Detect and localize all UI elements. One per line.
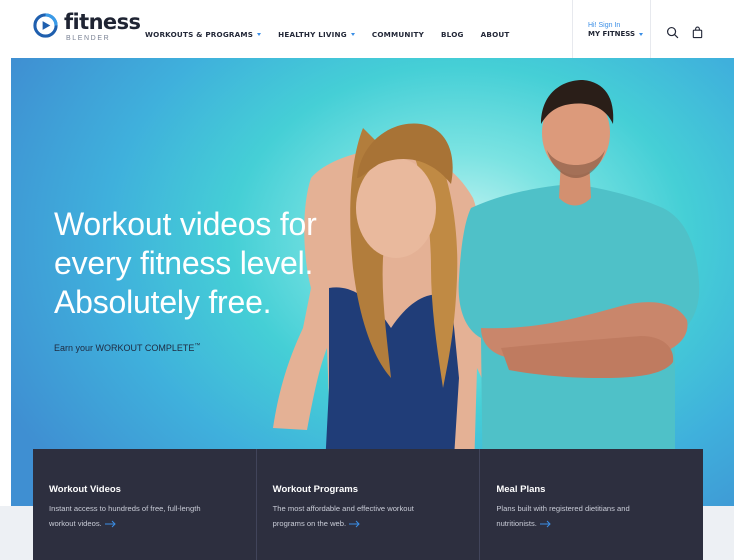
nav-item-label: HEALTHY LIVING bbox=[278, 30, 347, 39]
card-title: Workout Videos bbox=[49, 484, 121, 495]
my-fitness-dropdown[interactable]: MY FITNESS bbox=[588, 30, 644, 38]
chevron-down-icon bbox=[257, 33, 262, 36]
card-desc-text: Plans built with registered dietitians a… bbox=[496, 504, 630, 528]
main-nav: WORKOUTS & PROGRAMS HEALTHY LIVING COMMU… bbox=[145, 30, 527, 39]
card-desc-text: Instant access to hundreds of free, full… bbox=[49, 504, 201, 528]
nav-item-label: WORKOUTS & PROGRAMS bbox=[145, 30, 254, 39]
site-header: fitness BLENDER WORKOUTS & PROGRAMS HEAL… bbox=[0, 0, 734, 58]
card-workout-videos[interactable]: Workout Videos Instant access to hundred… bbox=[33, 449, 257, 560]
nav-item-about[interactable]: ABOUT bbox=[481, 30, 510, 39]
tagline-text: Earn your WORKOUT COMPLETE bbox=[54, 343, 195, 353]
shopping-bag-icon[interactable] bbox=[691, 26, 704, 39]
headline-line: every fitness level. bbox=[54, 245, 314, 281]
headline-line: Workout videos for bbox=[54, 206, 317, 242]
nav-item-label: COMMUNITY bbox=[371, 30, 424, 39]
card-title: Meal Plans bbox=[496, 484, 546, 495]
arrow-right-icon[interactable] bbox=[349, 520, 361, 528]
nav-item-healthy-living[interactable]: HEALTHY LIVING bbox=[278, 30, 355, 39]
nav-item-community[interactable]: COMMUNITY bbox=[372, 30, 424, 39]
header-divider bbox=[572, 0, 573, 58]
feature-cards: Workout Videos Instant access to hundred… bbox=[33, 449, 703, 560]
brand-sub: BLENDER bbox=[66, 35, 111, 42]
chevron-down-icon bbox=[639, 32, 644, 36]
card-meal-plans[interactable]: Meal Plans Plans built with registered d… bbox=[480, 449, 703, 560]
trademark-mark: ™ bbox=[194, 343, 201, 349]
hero-headline: Workout videos for every fitness level. … bbox=[54, 205, 317, 322]
card-desc-text: The most affordable and effective workou… bbox=[272, 504, 414, 528]
header-divider bbox=[650, 0, 651, 58]
card-workout-programs[interactable]: Workout Programs The most affordable and… bbox=[257, 449, 481, 560]
hero-banner: Workout videos for every fitness level. … bbox=[11, 58, 734, 506]
card-description: The most affordable and effective workou… bbox=[273, 501, 433, 531]
card-description: Plans built with registered dietitians a… bbox=[496, 501, 656, 531]
card-description: Instant access to hundreds of free, full… bbox=[49, 501, 209, 531]
play-logo-icon bbox=[33, 13, 58, 38]
my-fitness-label: MY FITNESS bbox=[588, 30, 636, 38]
hero-tagline: Earn your WORKOUT COMPLETE™ bbox=[54, 343, 200, 353]
arrow-right-icon[interactable] bbox=[104, 520, 117, 528]
arrow-right-icon[interactable] bbox=[539, 520, 552, 528]
nav-item-label: BLOG bbox=[441, 30, 464, 39]
male-trainer-figure bbox=[458, 80, 700, 506]
chevron-down-icon bbox=[350, 33, 355, 36]
search-icon[interactable] bbox=[666, 26, 679, 39]
sign-in-link[interactable]: Hi! Sign In bbox=[588, 22, 643, 29]
account-menu[interactable]: Hi! Sign In MY FITNESS bbox=[588, 22, 644, 38]
nav-item-blog[interactable]: BLOG bbox=[441, 30, 464, 39]
brand-name: fitness bbox=[64, 10, 141, 34]
nav-item-label: ABOUT bbox=[480, 30, 510, 39]
headline-line: Absolutely free. bbox=[54, 284, 272, 320]
card-title: Workout Programs bbox=[272, 484, 359, 495]
nav-item-workouts-programs[interactable]: WORKOUTS & PROGRAMS bbox=[145, 30, 262, 39]
fitness-blender-logo[interactable]: fitness BLENDER bbox=[33, 10, 141, 45]
